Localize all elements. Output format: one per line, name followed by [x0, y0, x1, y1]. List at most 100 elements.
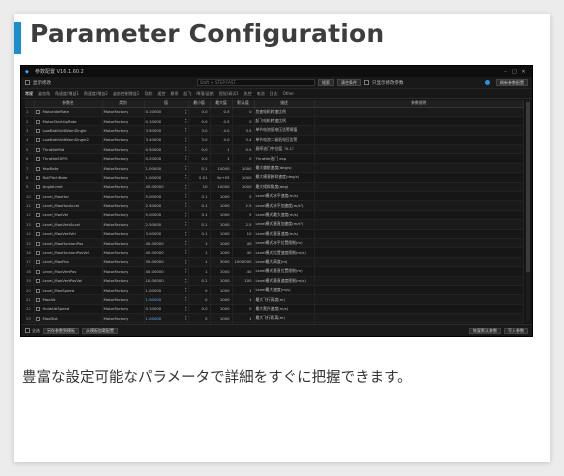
tab-12[interactable]: 电池	[257, 91, 265, 97]
row-checkbox[interactable]	[35, 316, 40, 321]
load-template-button[interactable]: 从模板加载配置	[82, 327, 118, 334]
table-row[interactable]: 22 HoldAltiSpeed MotorFactory 0.10000 ▴ ▾ 0.0 1…	[25, 304, 524, 315]
row-checkbox[interactable]	[35, 307, 40, 312]
table-row[interactable]: 21 MaxAlt MotorFactory 1.00000 ▴ ▾ 0 1000 1 最大飞行高…	[25, 294, 524, 305]
row-checkbox[interactable]	[35, 241, 40, 246]
row-checkbox[interactable]	[35, 279, 40, 284]
row-checkbox[interactable]	[35, 185, 40, 190]
table-row[interactable]: 14 Level_MaxVertVel MotorFactory 3.00000 ▴ ▾ 0…	[25, 229, 524, 239]
row-checkbox[interactable]	[35, 204, 40, 209]
spinner-icon[interactable]: ▴▾	[185, 155, 187, 161]
row-checkbox[interactable]	[35, 138, 40, 143]
tab-6[interactable]: 遥控	[157, 91, 165, 97]
column-header[interactable]: 最大值	[210, 100, 233, 108]
row-checkbox[interactable]	[35, 166, 40, 171]
row-checkbox[interactable]	[35, 260, 40, 265]
refresh-button[interactable]: 刷新参数配置	[496, 79, 528, 86]
row-checkbox[interactable]	[35, 232, 40, 237]
spinner-icon[interactable]: ▴▾	[185, 146, 187, 152]
param-value-input[interactable]: 3.50000 ▴ ▾	[144, 125, 189, 136]
save-as-template-button[interactable]: 另存参数到模板	[43, 327, 79, 334]
param-value-input[interactable]: 0.10000 ▴ ▾	[144, 107, 189, 117]
minimize-button[interactable]: –	[501, 69, 510, 75]
clear-button[interactable]: 清空条件	[337, 79, 361, 86]
row-checkbox[interactable]	[35, 222, 40, 227]
spinner-icon[interactable]: ▴▾	[185, 249, 187, 255]
spinner-icon[interactable]: ▴▾	[185, 221, 187, 227]
column-header[interactable]: 参数名	[34, 100, 103, 108]
param-value-input[interactable]: 5.00000 ▴ ▾	[144, 210, 189, 221]
param-value-input[interactable]: 0.10000 ▴ ▾	[144, 116, 189, 127]
row-checkbox[interactable]	[35, 288, 40, 293]
select-all-checkbox[interactable]	[25, 328, 30, 333]
param-value-input[interactable]: 3.40000 ▴ ▾	[144, 135, 189, 146]
param-value-input[interactable]: 40.00000 ▴ ▾	[144, 247, 189, 258]
param-value-input[interactable]: 10.00000 ▴ ▾	[144, 276, 189, 286]
param-value-input[interactable]: 1.00000 ▴▾	[144, 163, 189, 174]
table-row[interactable]: 6 ThrottleEXPO MotorFactory 0.20000 ▴ ▾ 0.0 1 0 T…	[25, 153, 524, 164]
spinner-icon[interactable]: ▴▾	[185, 174, 187, 180]
table-row[interactable]: 8 RollPitchRate MotorFactory 1.00000 ▴ ▾ 0.01 5…	[25, 172, 524, 183]
table-row[interactable]: 2 MotorStartUpRate MotorFactory 0.10000 ▴ ▾ 0.…	[25, 116, 524, 127]
spinner-icon[interactable]: ▴▾	[185, 268, 187, 274]
param-value-input[interactable]: 5.00000 ▴ ▾	[144, 191, 189, 202]
row-checkbox[interactable]	[35, 110, 40, 115]
tab-11[interactable]: 失控	[244, 91, 252, 97]
show-changed-checkbox[interactable]	[25, 80, 30, 85]
row-checkbox[interactable]	[35, 194, 40, 199]
table-row[interactable]: 5 ThrottleMid MotorFactory 0.50000 ▴ ▾ 0.0 1 0.5…	[25, 144, 524, 155]
param-value-input[interactable]: 2.50000 ▴ ▾	[144, 219, 189, 230]
param-value-input[interactable]: 1.00000 ▴▾	[144, 313, 189, 324]
table-scrollbar[interactable]	[526, 100, 530, 322]
spinner-icon[interactable]: ▴▾	[185, 258, 187, 265]
spinner-icon[interactable]: ▴▾	[185, 117, 187, 124]
table-row[interactable]: 18 Level_MaxVertPos MotorFactory 40.00000 ▴ ▾…	[25, 266, 524, 277]
write-params-button[interactable]: 写入参数	[504, 327, 528, 334]
table-row[interactable]: 12 Level_MaxVel MotorFactory 5.00000 ▴ ▾ 0.1 10…	[25, 210, 524, 221]
param-value-input[interactable]: 45.00000 ▴ ▾	[144, 182, 189, 193]
tab-10[interactable]: 视觉/调试1	[219, 91, 239, 97]
column-header[interactable]: 类别	[102, 100, 145, 108]
tab-1[interactable]: 姿态角	[38, 91, 50, 97]
table-row[interactable]: 23 MaxDist MotorFactory 1.00000 ▴ ▾ 0 1000 1 最大飞行…	[25, 313, 524, 324]
tab-14[interactable]: Other	[283, 91, 294, 96]
spinner-icon[interactable]: ▴▾	[185, 136, 187, 143]
table-row[interactable]: 3 LowBattVoltWarnSingle MotorFactory 3.5000…	[25, 125, 524, 136]
param-value-input[interactable]: 0.20000 ▴ ▾	[144, 153, 189, 164]
spinner-icon[interactable]: ▴▾	[185, 286, 187, 293]
tab-5[interactable]: 导航	[144, 91, 152, 97]
spinner-icon[interactable]: ▴▾	[185, 277, 187, 284]
tab-3[interactable]: 角速度/增益2	[84, 91, 108, 97]
param-value-input[interactable]: 40.00000 ▴ ▾	[144, 238, 189, 249]
search-button[interactable]: 搜索	[318, 79, 334, 86]
only-modified-checkbox[interactable]	[364, 80, 369, 85]
param-value-input[interactable]: 1.00000 ▴▾	[144, 294, 189, 305]
param-value-input[interactable]: 40.00000 ▴ ▾	[144, 266, 189, 277]
param-value-input[interactable]: 1.00000 ▴▾	[144, 285, 189, 296]
param-value-input[interactable]: 2.50000 ▴ ▾	[144, 200, 189, 211]
tab-0[interactable]: 常规	[25, 91, 33, 97]
row-checkbox[interactable]	[35, 147, 40, 152]
tab-13[interactable]: 日志	[270, 91, 278, 97]
column-header[interactable]: 最小值	[188, 100, 211, 108]
spinner-icon[interactable]: ▴▾	[185, 315, 187, 321]
table-row[interactable]: 15 Level_MaxHorizonPos MotorFactory 40.0000…	[25, 238, 524, 249]
param-value-input[interactable]: 3.00000 ▴ ▾	[144, 229, 189, 239]
close-button[interactable]: ✕	[519, 69, 528, 75]
table-row[interactable]: 7 YawRate MotorFactory 1.00000 ▴ ▾ 0.1 10000 100…	[25, 163, 524, 174]
column-header[interactable]: 值	[144, 100, 189, 108]
row-checkbox[interactable]	[35, 119, 40, 124]
spinner-icon[interactable]: ▴▾	[185, 183, 187, 190]
spinner-icon[interactable]: ▴▾	[185, 108, 187, 115]
spinner-icon[interactable]: ▴▾	[185, 202, 187, 208]
table-row[interactable]: 9 AngleLimit MotorFactory 45.00000 ▴ ▾ 10 10000…	[25, 182, 524, 193]
row-checkbox[interactable]	[35, 269, 40, 274]
spinner-icon[interactable]: ▴▾	[185, 193, 187, 199]
table-row[interactable]: 4 LowBattVoltWarnSingle2 MotorFactory 3.400…	[25, 135, 524, 146]
spinner-icon[interactable]: ▴▾	[185, 127, 187, 133]
row-checkbox[interactable]	[35, 251, 40, 256]
column-header[interactable]: 参数说明	[314, 100, 524, 108]
table-row[interactable]: 10 Level_MaxHor MotorFactory 5.00000 ▴ ▾ 0.1 10…	[25, 191, 524, 202]
param-value-input[interactable]: 0.10000 ▴ ▾	[144, 304, 189, 315]
spinner-icon[interactable]: ▴▾	[185, 164, 187, 171]
